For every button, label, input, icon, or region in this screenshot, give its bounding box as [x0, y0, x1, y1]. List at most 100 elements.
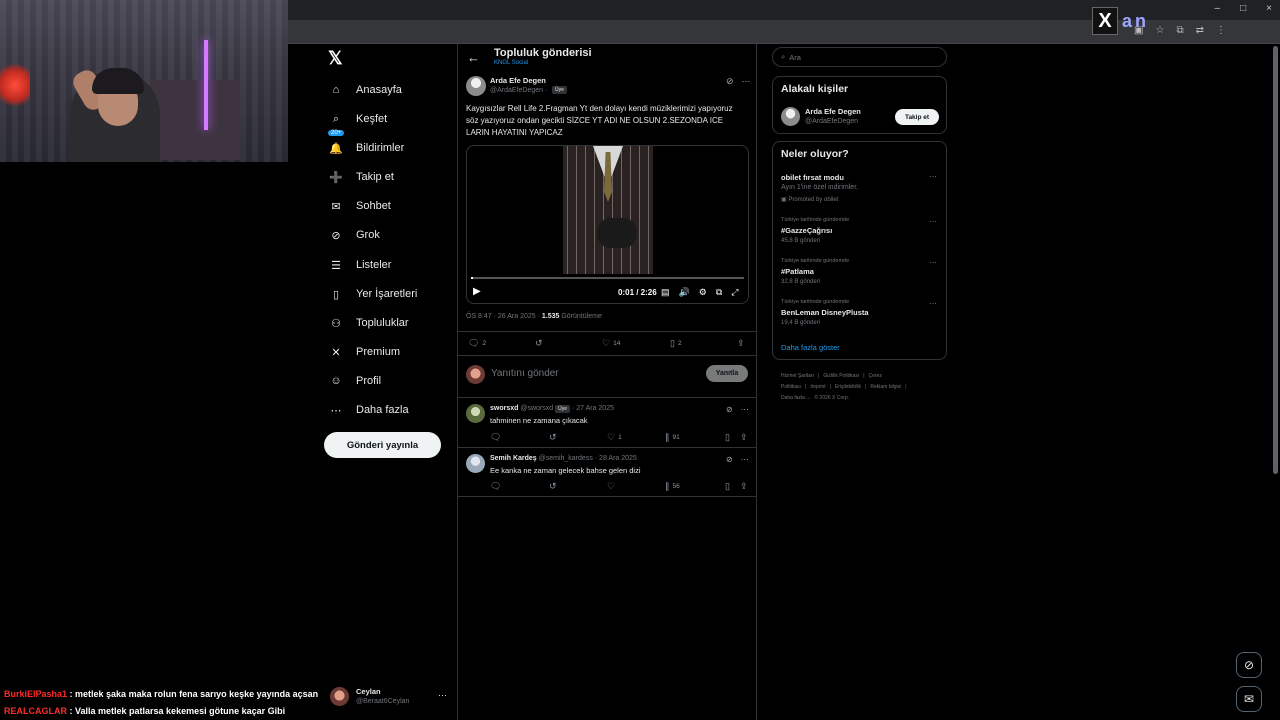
video-player[interactable]: ▶ 0:01 / 2:26 ▤ 🔊 ⚙ ⧉ ⤢	[466, 145, 749, 304]
account-handle[interactable]: @Beraat6Ceylan	[356, 698, 409, 705]
footer-link[interactable]: Erişilebilirlik	[835, 384, 861, 390]
account-name[interactable]: Ceylan	[356, 687, 381, 696]
video-progress-bar[interactable]	[471, 277, 744, 279]
home-icon: ⌂	[332, 84, 340, 96]
nav-item-home[interactable]: ⌂ Anasayfa	[328, 80, 402, 100]
reply-author[interactable]: sworsxd	[490, 405, 518, 412]
nav-item-list[interactable]: ☰ Listeler	[328, 255, 391, 275]
community-link[interactable]: KNGL Social	[494, 60, 528, 66]
webcam-overlay	[0, 0, 288, 162]
chat-username: BurkiElPasha1	[4, 689, 68, 699]
nav-item-mail[interactable]: ✉ Sohbet	[328, 196, 390, 216]
nav-item-bookmark[interactable]: ▯ Yer İşaretleri	[328, 284, 417, 304]
retweet-action[interactable]: ↺	[535, 338, 546, 349]
page-title: Topluluk gönderisi	[494, 47, 592, 59]
maximize-icon[interactable]: □	[1240, 3, 1246, 14]
footer-link[interactable]: Imprint	[810, 384, 825, 390]
share-action[interactable]: ⇪	[740, 481, 751, 492]
retweet-action[interactable]: ↺	[549, 432, 560, 443]
more-icon[interactable]: ⋯	[742, 76, 751, 87]
nav-item-more[interactable]: ⋯ Daha fazla	[328, 400, 409, 420]
bookmark-action[interactable]: ▯	[725, 432, 733, 443]
grok-icon[interactable]: ⊘	[726, 455, 733, 464]
like-action[interactable]: ♡ 1	[607, 432, 622, 443]
play-icon[interactable]: ▶	[473, 286, 481, 297]
account-avatar[interactable]	[330, 687, 349, 706]
footer-link[interactable]: Gizlilik Politikası	[823, 373, 859, 379]
nav-item-profile[interactable]: ☺ Profil	[328, 371, 381, 391]
more-icon[interactable]: ⋯	[929, 172, 937, 181]
nav-item-search[interactable]: ⌕ Keşfet	[328, 109, 387, 129]
share-action[interactable]: ⇪	[740, 432, 751, 443]
scrollbar[interactable]	[1273, 46, 1278, 474]
extensions-icon[interactable]: ⧉	[1176, 25, 1183, 36]
views-action[interactable]: ∥ 91	[665, 432, 680, 443]
avatar[interactable]	[466, 404, 485, 423]
author-name[interactable]: Arda Efe Degen	[490, 76, 546, 85]
more-icon[interactable]: ⋯	[741, 455, 749, 464]
avatar[interactable]	[466, 454, 485, 473]
settings-icon[interactable]: ⚙	[699, 287, 707, 298]
x-home-logo-icon[interactable]: 𝕏	[328, 48, 348, 68]
reply-action[interactable]: 🗨 2	[468, 338, 486, 349]
more-icon[interactable]: ⋯	[929, 217, 937, 226]
reply-author[interactable]: Semih Kardeş	[490, 455, 537, 462]
more-icon[interactable]: ⋯	[929, 299, 937, 308]
search-input[interactable]: ⌕ Ara	[772, 47, 947, 67]
trend-name[interactable]: BenLeman DisneyPlusta	[781, 308, 869, 317]
more-icon[interactable]: ⋯	[741, 405, 749, 414]
like-action[interactable]: ♡	[607, 481, 618, 492]
video-controls: ▤ 🔊 ⚙ ⧉ ⤢	[661, 287, 738, 298]
related-user-name[interactable]: Arda Efe Degen	[805, 107, 861, 116]
nav-item-bell[interactable]: 🔔 20+ Bildirimler	[328, 130, 404, 158]
like-action[interactable]: ♡ 14	[602, 338, 620, 349]
nav-item-grok[interactable]: ⊘ Grok	[328, 225, 379, 245]
nav-item-x-premium[interactable]: ✕ Premium	[328, 342, 400, 362]
trend-name[interactable]: obilet fırsat modu	[781, 173, 844, 182]
follow-button[interactable]: Takip et	[895, 109, 939, 125]
trend-name[interactable]: #Patlama	[781, 267, 814, 276]
retweet-action[interactable]: ↺	[549, 481, 560, 492]
grok-icon[interactable]: ⊘	[726, 76, 734, 87]
avatar[interactable]	[781, 107, 800, 126]
nav-item-label: Yer İşaretleri	[356, 288, 418, 300]
grok-icon[interactable]: ⊘	[726, 405, 733, 414]
share-action[interactable]: ⇪	[737, 338, 748, 349]
reply-input[interactable]: Yanıtını gönder	[491, 368, 559, 379]
nav-item-follow[interactable]: ➕ Takip et	[328, 167, 394, 187]
views-action[interactable]: ∥ 56	[665, 481, 680, 492]
volume-icon[interactable]: 🔊	[679, 287, 690, 298]
footer-link[interactable]: Hizmet Şartları	[781, 373, 814, 379]
reply-button[interactable]: Yanıtla	[706, 365, 748, 382]
reply-action[interactable]: 🗨	[490, 432, 504, 443]
trend-context: Türkiye tarihinde gündemde	[781, 217, 850, 223]
post-button[interactable]: Gönderi yayınla	[324, 432, 441, 458]
more-icon[interactable]: ⋯	[438, 690, 447, 701]
fullscreen-icon[interactable]: ⤢	[731, 287, 738, 298]
nav-item-label: Premium	[356, 346, 401, 358]
back-arrow-icon[interactable]: ←	[467, 50, 480, 65]
pip-icon[interactable]: ⧉	[716, 287, 722, 298]
sync-icon[interactable]: ⇄	[1196, 25, 1204, 36]
minimize-icon[interactable]: –	[1215, 3, 1221, 14]
close-icon[interactable]: ×	[1266, 3, 1272, 14]
bookmark-action[interactable]: ▯ 2	[670, 338, 682, 349]
show-more-link[interactable]: Daha fazla göster	[781, 343, 840, 352]
star-icon[interactable]: ☆	[1156, 25, 1165, 36]
trend-name[interactable]: #GazzeÇağrısı	[781, 226, 832, 235]
avatar[interactable]	[466, 76, 486, 96]
grok-float-icon[interactable]: ⊘	[1236, 652, 1262, 678]
menu-icon[interactable]: ⋮	[1216, 25, 1226, 36]
reply-action[interactable]: 🗨	[490, 481, 504, 492]
author-handle[interactable]: @ArdaEfeDegen ·	[490, 87, 547, 94]
more-icon[interactable]: ⋯	[929, 258, 937, 267]
messages-float-icon[interactable]: ✉	[1236, 686, 1262, 712]
captions-icon[interactable]: ▤	[661, 287, 670, 298]
footer-link[interactable]: © 2026 X Corp.	[814, 395, 849, 401]
nav-item-communities[interactable]: ⚇ Topluluklar	[328, 313, 409, 333]
bookmark-action[interactable]: ▯	[725, 481, 733, 492]
footer-link[interactable]: Daha fazla ...	[781, 395, 810, 401]
member-badge: Üye	[555, 405, 570, 413]
footer-link[interactable]: Reklam bilgisi	[870, 384, 901, 390]
related-user-handle[interactable]: @ArdaEfeDegen	[805, 118, 858, 125]
